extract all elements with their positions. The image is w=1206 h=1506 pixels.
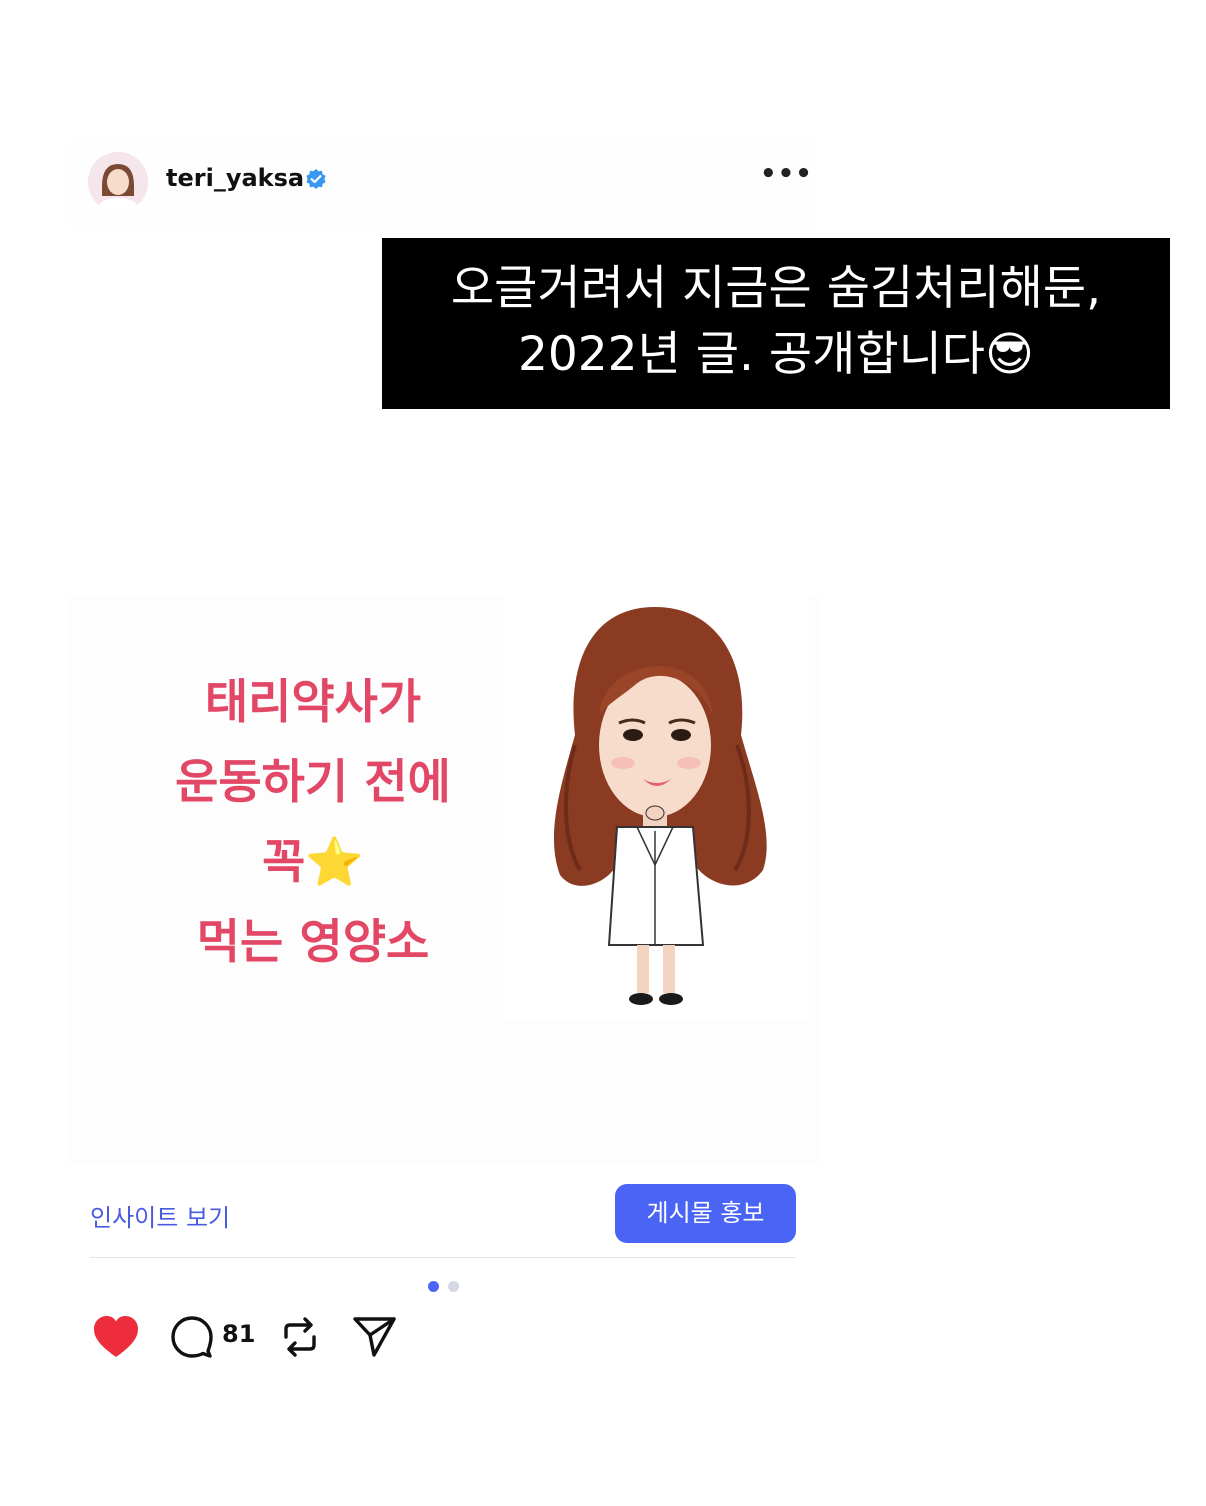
caption-line-2: 2022년 글. 공개합니다😎 <box>517 327 1035 382</box>
headline-line-2: 운동하기 전에 <box>175 755 451 810</box>
username[interactable]: teri_yaksa <box>166 164 304 192</box>
caption-overlay: 오글거려서 지금은 숨김처리해둔, 2022년 글. 공개합니다😎 <box>382 238 1170 409</box>
insight-row: 인사이트 보기 게시물 홍보 <box>68 1168 818 1258</box>
avatar[interactable] <box>88 152 148 212</box>
divider <box>90 1257 796 1258</box>
more-options-icon[interactable]: ••• <box>760 161 812 194</box>
comment-count: 81 <box>222 1320 256 1348</box>
caption-line-1: 오글거려서 지금은 숨김처리해둔, <box>450 261 1102 316</box>
share-send-icon[interactable] <box>352 1315 398 1363</box>
action-row: 81 <box>68 1305 818 1370</box>
promote-post-button[interactable]: 게시물 홍보 <box>615 1184 796 1243</box>
carousel-dot-active[interactable] <box>428 1281 439 1292</box>
repost-icon[interactable] <box>280 1315 320 1363</box>
headline-line-4: 먹는 영양소 <box>196 915 430 970</box>
headline-line-3: 꼭⭐️ <box>262 835 364 890</box>
pharmacist-caricature <box>505 595 807 1020</box>
post-media[interactable]: 태리약사가 운동하기 전에 꼭⭐️ 먹는 영양소 <box>68 595 818 1165</box>
headline-line-1: 태리약사가 <box>204 675 422 730</box>
verified-badge-icon <box>304 168 328 192</box>
like-heart-icon[interactable] <box>92 1315 140 1363</box>
carousel-dot-inactive[interactable] <box>448 1281 459 1292</box>
media-headline: 태리약사가 운동하기 전에 꼭⭐️ 먹는 영양소 <box>128 663 498 983</box>
view-insights-link[interactable]: 인사이트 보기 <box>90 1198 230 1233</box>
post-header: teri_yaksa ••• <box>68 140 818 228</box>
comment-icon[interactable] <box>170 1315 214 1363</box>
